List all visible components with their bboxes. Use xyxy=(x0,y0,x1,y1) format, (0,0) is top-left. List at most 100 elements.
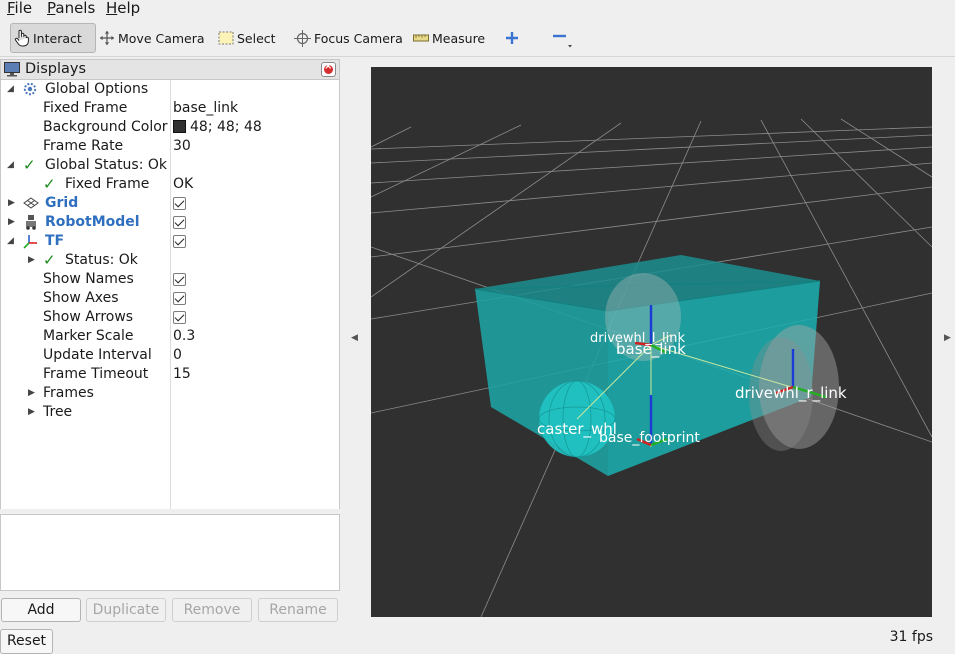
tree-row-update-interval[interactable]: Update Interval 0 xyxy=(1,346,339,365)
marker-scale-label: Marker Scale xyxy=(43,328,134,344)
move-camera-label: Move Camera xyxy=(118,30,205,46)
grid-checkbox[interactable] xyxy=(173,197,186,210)
label-base-link: base_link xyxy=(616,340,686,359)
collapse-left-arrow-icon[interactable]: ◀ xyxy=(351,333,358,343)
show-arrows-checkbox[interactable] xyxy=(173,311,186,324)
tf-status-label: Status: Ok xyxy=(65,252,138,268)
minus-icon xyxy=(553,34,572,48)
collapse-right-arrow-icon[interactable]: ▶ xyxy=(944,333,951,343)
tree-row-show-names[interactable]: Show Names xyxy=(1,270,339,289)
tree-row-robot-model[interactable]: ▶ RobotModel xyxy=(1,213,339,232)
expand-arrow-icon[interactable]: ▶ xyxy=(28,403,35,422)
close-panel-icon[interactable]: × xyxy=(321,61,336,77)
show-names-checkbox[interactable] xyxy=(173,273,186,286)
menu-file-label: ile xyxy=(14,0,33,17)
move-camera-tool-button[interactable]: Move Camera xyxy=(99,23,205,53)
tree-row-status-fixed-frame[interactable]: ✓ Fixed Frame OK xyxy=(1,175,339,194)
expand-arrow-icon[interactable]: ▶ xyxy=(28,384,35,403)
rename-button[interactable]: Rename xyxy=(258,598,338,622)
expand-arrow-icon[interactable]: ▶ xyxy=(8,194,15,213)
tree-row-grid[interactable]: ▶ Grid xyxy=(1,194,339,213)
show-axes-label: Show Axes xyxy=(43,290,119,306)
status-fixed-frame-label: Fixed Frame xyxy=(65,176,150,192)
tree-row-frame-timeout[interactable]: Frame Timeout 15 xyxy=(1,365,339,384)
label-base-footprint: base_footprint xyxy=(599,430,700,446)
duplicate-button[interactable]: Duplicate xyxy=(86,598,166,622)
tree-row-global-status[interactable]: ◢ ✓ Global Status: Ok xyxy=(1,156,339,175)
tree-row-show-arrows[interactable]: Show Arrows xyxy=(1,308,339,327)
remove-tool-button[interactable] xyxy=(552,23,577,53)
frame-rate-label: Frame Rate xyxy=(43,138,124,154)
focus-camera-label: Focus Camera xyxy=(314,30,403,46)
fps-counter: 31 fps xyxy=(889,629,933,645)
menu-panels[interactable]: Panels xyxy=(47,0,95,17)
add-tool-button[interactable] xyxy=(504,23,523,53)
show-axes-checkbox[interactable] xyxy=(173,292,186,305)
color-swatch xyxy=(173,120,186,133)
collapse-arrow-icon[interactable]: ◢ xyxy=(7,80,14,99)
tree-label: Tree xyxy=(43,404,73,420)
robot-model-checkbox[interactable] xyxy=(173,216,186,229)
tree-row-marker-scale[interactable]: Marker Scale 0.3 xyxy=(1,327,339,346)
update-interval-label: Update Interval xyxy=(43,347,152,363)
fixed-frame-label: Fixed Frame xyxy=(43,100,128,116)
show-arrows-label: Show Arrows xyxy=(43,309,134,325)
menu-file[interactable]: File xyxy=(7,0,32,17)
toolbar: Interact Move Camera Select Focus Camera… xyxy=(0,20,955,57)
ok-check-icon: ✓ xyxy=(23,156,36,174)
tree-row-fixed-frame[interactable]: Fixed Frame base_link xyxy=(1,99,339,118)
tree-row-tree[interactable]: ▶ Tree xyxy=(1,403,339,422)
expand-arrow-icon[interactable]: ▶ xyxy=(8,213,15,232)
crosshair-icon xyxy=(294,29,311,47)
add-button[interactable]: Add xyxy=(1,598,81,622)
menu-help-mnemonic: H xyxy=(106,0,118,17)
remove-button[interactable]: Remove xyxy=(172,598,252,622)
description-area xyxy=(0,514,340,591)
collapse-arrow-icon[interactable]: ◢ xyxy=(7,232,14,251)
tree-row-show-axes[interactable]: Show Axes xyxy=(1,289,339,308)
label-drivewhl-r: drivewhl_r_link xyxy=(735,384,847,403)
focus-camera-tool-button[interactable]: Focus Camera xyxy=(294,23,403,53)
grid-icon xyxy=(23,197,39,209)
select-tool-button[interactable]: Select xyxy=(218,23,276,53)
ok-check-icon: ✓ xyxy=(43,175,56,193)
displays-panel-header: Displays × xyxy=(0,59,340,80)
frame-timeout-value[interactable]: 15 xyxy=(173,365,191,384)
background-color-value[interactable]: 48; 48; 48 xyxy=(173,118,262,137)
grid-label: Grid xyxy=(45,195,79,211)
fixed-frame-value[interactable]: base_link xyxy=(173,99,238,118)
menu-help[interactable]: Help xyxy=(106,0,140,17)
expand-arrow-icon[interactable]: ▶ xyxy=(28,251,35,270)
tree-row-background-color[interactable]: Background Color 48; 48; 48 xyxy=(1,118,339,137)
frame-timeout-label: Frame Timeout xyxy=(43,366,149,382)
update-interval-value[interactable]: 0 xyxy=(173,346,182,365)
frame-rate-value[interactable]: 30 xyxy=(173,137,191,156)
global-options-label: Global Options xyxy=(45,81,149,97)
tree-row-global-options[interactable]: ◢ Global Options xyxy=(1,80,339,99)
show-names-label: Show Names xyxy=(43,271,134,287)
displays-panel-title: Displays xyxy=(25,61,87,77)
menu-help-label: elp xyxy=(117,0,141,17)
ok-check-icon: ✓ xyxy=(43,251,56,269)
measure-label: Measure xyxy=(432,30,486,46)
background-color-text: 48; 48; 48 xyxy=(190,119,262,135)
marker-scale-value[interactable]: 0.3 xyxy=(173,327,195,346)
collapse-arrow-icon[interactable]: ◢ xyxy=(7,156,14,175)
scene-3d: drivewhl_l_link base_link drivewhl_r_lin… xyxy=(371,118,932,617)
move-arrows-icon xyxy=(100,31,114,45)
select-rect-icon xyxy=(218,31,234,45)
tree-row-frame-rate[interactable]: Frame Rate 30 xyxy=(1,137,339,156)
tree-row-frames[interactable]: ▶ Frames xyxy=(1,384,339,403)
measure-tool-button[interactable]: Measure xyxy=(413,23,485,53)
ruler-icon xyxy=(413,34,429,42)
reset-button[interactable]: Reset xyxy=(0,629,53,654)
interact-tool-button[interactable]: Interact xyxy=(10,23,96,53)
plus-icon xyxy=(506,32,518,44)
tree-row-tf-status[interactable]: ▶ ✓ Status: Ok xyxy=(1,251,339,270)
tf-axes-icon xyxy=(23,235,37,249)
tree-row-tf[interactable]: ◢ TF xyxy=(1,232,339,251)
global-status-label: Global Status: Ok xyxy=(45,157,168,173)
status-fixed-frame-value: OK xyxy=(173,176,194,192)
render-viewport[interactable]: drivewhl_l_link base_link drivewhl_r_lin… xyxy=(371,67,932,617)
tf-checkbox[interactable] xyxy=(173,235,186,248)
